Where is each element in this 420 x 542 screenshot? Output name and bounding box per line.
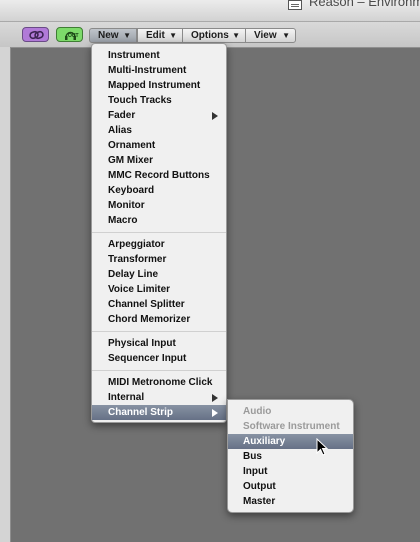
menu-separator bbox=[92, 327, 226, 336]
submenu-item-output[interactable]: Output bbox=[228, 479, 353, 494]
menu-options-label: Options bbox=[191, 30, 229, 41]
menu-item-arpeggiator[interactable]: Arpeggiator bbox=[92, 237, 226, 252]
menu-item-sequencer-input[interactable]: Sequencer Input bbox=[92, 351, 226, 366]
chevron-down-icon: ▼ bbox=[282, 31, 290, 40]
submenu-arrow-icon bbox=[212, 394, 218, 402]
menu-options[interactable]: Options ▼ bbox=[182, 28, 246, 43]
menu-separator bbox=[92, 366, 226, 375]
menu-item-gm-mixer[interactable]: GM Mixer bbox=[92, 153, 226, 168]
link-button[interactable] bbox=[22, 27, 49, 42]
menu-item-midi-metronome-click[interactable]: MIDI Metronome Click bbox=[92, 375, 226, 390]
submenu-arrow-icon bbox=[212, 112, 218, 120]
submenu-item-master[interactable]: Master bbox=[228, 494, 353, 509]
menu-item-fader[interactable]: Fader bbox=[92, 108, 226, 123]
chevron-down-icon: ▼ bbox=[169, 31, 177, 40]
menu-item-alias[interactable]: Alias bbox=[92, 123, 226, 138]
midi-out-button[interactable]: OUT bbox=[56, 27, 83, 42]
chevron-down-icon: ▼ bbox=[232, 31, 240, 40]
chevron-down-icon: ▼ bbox=[123, 31, 131, 40]
menu-new[interactable]: New ▼ bbox=[89, 28, 137, 43]
submenu-item-input[interactable]: Input bbox=[228, 464, 353, 479]
menu-item-chord-memorizer[interactable]: Chord Memorizer bbox=[92, 312, 226, 327]
menu-view-label: View bbox=[254, 30, 277, 41]
title-bar: Reason – Environment bbox=[0, 0, 420, 22]
submenu-item-bus[interactable]: Bus bbox=[228, 449, 353, 464]
menu-item-touch-tracks[interactable]: Touch Tracks bbox=[92, 93, 226, 108]
menu-separator bbox=[92, 228, 226, 237]
menu-item-fader-label: Fader bbox=[108, 110, 136, 121]
submenu-item-auxiliary[interactable]: Auxiliary bbox=[228, 434, 353, 449]
menu-edit-label: Edit bbox=[146, 30, 165, 41]
submenu-arrow-icon bbox=[212, 409, 218, 417]
left-panel-strip bbox=[0, 47, 11, 542]
document-icon bbox=[288, 0, 302, 10]
menu-item-multi-instrument[interactable]: Multi-Instrument bbox=[92, 63, 226, 78]
menu-item-channel-strip[interactable]: Channel Strip bbox=[92, 405, 226, 420]
new-menu: Instrument Multi-Instrument Mapped Instr… bbox=[91, 43, 227, 423]
menu-item-internal[interactable]: Internal bbox=[92, 390, 226, 405]
menu-item-transformer[interactable]: Transformer bbox=[92, 252, 226, 267]
mouse-pointer-icon bbox=[316, 438, 329, 456]
link-icon bbox=[29, 30, 44, 40]
submenu-item-audio: Audio bbox=[243, 406, 272, 417]
menu-item-macro[interactable]: Macro bbox=[92, 213, 226, 228]
menu-view[interactable]: View ▼ bbox=[245, 28, 296, 43]
menu-item-ornament[interactable]: Ornament bbox=[92, 138, 226, 153]
menu-item-mmc-record-buttons[interactable]: MMC Record Buttons bbox=[92, 168, 226, 183]
menu-item-instrument[interactable]: Instrument bbox=[92, 48, 226, 63]
out-label: OUT bbox=[68, 33, 79, 39]
menu-item-mapped-instrument[interactable]: Mapped Instrument bbox=[92, 78, 226, 93]
menu-item-physical-input[interactable]: Physical Input bbox=[92, 336, 226, 351]
channel-strip-submenu: Audio Software Instrument Auxiliary Bus … bbox=[227, 399, 354, 513]
menu-item-channel-strip-label: Channel Strip bbox=[108, 407, 174, 418]
menu-item-keyboard[interactable]: Keyboard bbox=[92, 183, 226, 198]
menu-item-channel-splitter[interactable]: Channel Splitter bbox=[92, 297, 226, 312]
submenu-item-software-instrument: Software Instrument bbox=[243, 421, 340, 432]
window-title: Reason – Environment bbox=[309, 0, 420, 9]
menu-item-delay-line[interactable]: Delay Line bbox=[92, 267, 226, 282]
menu-item-internal-label: Internal bbox=[108, 392, 145, 403]
menu-item-voice-limiter[interactable]: Voice Limiter bbox=[92, 282, 226, 297]
menu-new-label: New bbox=[98, 30, 119, 41]
menu-edit[interactable]: Edit ▼ bbox=[137, 28, 183, 43]
menu-item-monitor[interactable]: Monitor bbox=[92, 198, 226, 213]
